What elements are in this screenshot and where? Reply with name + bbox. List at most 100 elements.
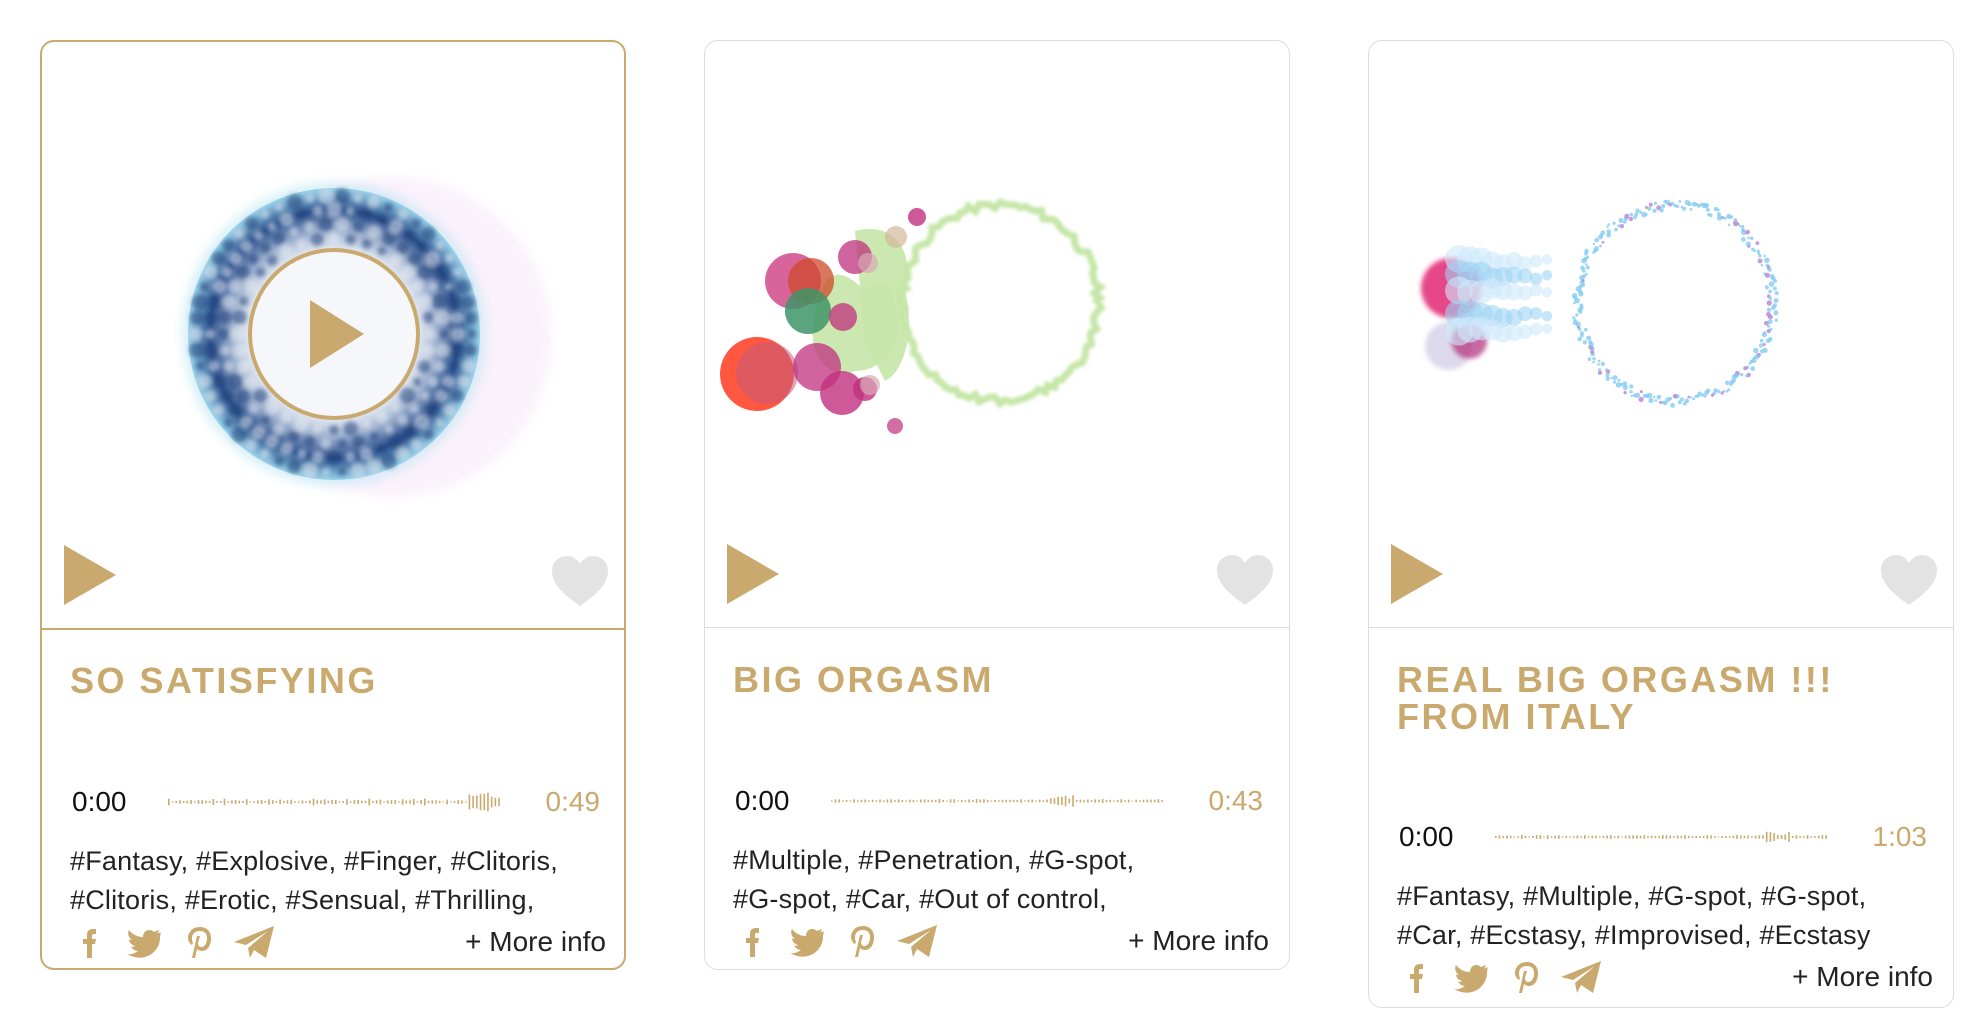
heart-icon[interactable] xyxy=(550,554,610,608)
tag-line[interactable]: #G-spot, #Car, #Out of control, xyxy=(733,880,1273,919)
facebook-icon[interactable] xyxy=(70,922,110,962)
ring-dot xyxy=(219,345,231,356)
waveform-bar xyxy=(960,799,963,803)
ring-dot xyxy=(260,448,270,459)
waveform-bar xyxy=(1621,836,1623,838)
track-title[interactable]: SO SATISFYING xyxy=(70,662,570,699)
more-info-link[interactable]: + More info xyxy=(1128,921,1269,961)
play-button[interactable] xyxy=(60,542,120,608)
ring-dot xyxy=(326,202,342,218)
ring-dot xyxy=(195,361,205,371)
ring-dot xyxy=(1745,374,1748,378)
waveform-bar xyxy=(1765,831,1768,843)
ring-dot xyxy=(279,244,293,258)
twitter-icon[interactable] xyxy=(1451,957,1491,997)
ring-dot xyxy=(1764,257,1770,264)
telegram-icon[interactable] xyxy=(232,922,276,962)
ring-dot xyxy=(211,251,226,266)
waveform-bar xyxy=(179,800,181,804)
ring-dot xyxy=(1768,289,1773,294)
audio-player[interactable]: 0:00 1:03 xyxy=(1397,817,1927,857)
ring-dot xyxy=(221,294,236,309)
ring-dot xyxy=(1612,375,1618,381)
waveform-bar xyxy=(1035,800,1037,802)
tag-line[interactable]: #Multiple, #Penetration, #G-spot, xyxy=(733,841,1273,880)
ring-dot xyxy=(424,328,436,340)
tag-line[interactable]: #Fantasy, #Multiple, #G-spot, #G-spot, xyxy=(1397,877,1937,916)
waveform-bar xyxy=(205,800,207,804)
waveform-bar xyxy=(279,799,281,805)
ring-dot xyxy=(464,311,478,325)
audio-player[interactable]: 0:00 0:43 xyxy=(733,781,1263,821)
twitter-icon[interactable] xyxy=(124,922,164,962)
track-artwork-3[interactable] xyxy=(1369,41,1953,628)
waveform-bar xyxy=(398,801,400,803)
waveform-bar xyxy=(1072,795,1074,807)
track-title[interactable]: REAL BIG ORGASM !!! FROM ITALY xyxy=(1397,661,1897,735)
waveform-bar xyxy=(457,800,460,804)
ring-dot xyxy=(1635,208,1640,213)
ring-dot xyxy=(199,282,210,292)
ring-dot xyxy=(1632,393,1637,398)
ring-dot xyxy=(409,404,420,414)
facebook-icon[interactable] xyxy=(733,921,773,961)
ring-dot xyxy=(457,374,471,388)
waveform-bar xyxy=(942,799,944,803)
play-button[interactable] xyxy=(723,541,783,607)
tag-line[interactable]: #Car, #Ecstasy, #Improvised, #Ecstasy xyxy=(1397,916,1937,955)
pinterest-icon[interactable] xyxy=(1507,957,1547,997)
waveform-bar xyxy=(412,798,415,806)
ring-dot xyxy=(1601,240,1605,244)
track-artwork-1[interactable] xyxy=(42,42,624,630)
more-info-link[interactable]: + More info xyxy=(465,922,606,962)
waveform-bar xyxy=(405,800,408,804)
waveform-bar xyxy=(1713,836,1716,838)
waveform-bar xyxy=(420,800,422,804)
waveform-bar xyxy=(1747,835,1749,839)
track-card-2[interactable]: BIG ORGASM 0:00 0:43 #Multiple, #Penetra… xyxy=(704,40,1290,970)
ring-dot xyxy=(1747,236,1750,240)
ring-dot xyxy=(1704,202,1710,209)
ring-dot xyxy=(422,344,435,357)
ring-dot xyxy=(450,311,464,325)
waveform-bar xyxy=(212,799,215,805)
waveform-bar xyxy=(1038,799,1041,803)
tag-line[interactable]: #Fantasy, #Explosive, #Finger, #Clitoris… xyxy=(70,842,610,881)
track-card-3[interactable]: REAL BIG ORGASM !!! FROM ITALY 0:00 1:03… xyxy=(1368,40,1954,1008)
tag-line[interactable]: #Clitoris, #Erotic, #Sensual, #Thrilling… xyxy=(70,881,610,920)
ring-dot xyxy=(1580,265,1585,271)
waveform[interactable] xyxy=(162,782,508,822)
facebook-icon[interactable] xyxy=(1397,957,1437,997)
pinterest-icon[interactable] xyxy=(843,921,883,961)
pinterest-icon[interactable] xyxy=(180,922,220,962)
waveform-bar xyxy=(349,801,352,803)
ring-dot xyxy=(189,342,205,358)
waveform-bar xyxy=(353,800,356,804)
ring-dot xyxy=(272,423,286,436)
ring-dot xyxy=(384,202,394,212)
ring-dot xyxy=(1748,361,1752,365)
ring-dot xyxy=(337,467,347,476)
twitter-icon[interactable] xyxy=(787,921,827,961)
ring-dot xyxy=(189,310,205,326)
waveform-bar xyxy=(1610,835,1612,839)
waveform-bar xyxy=(1053,798,1056,804)
audio-player[interactable]: 0:00 0:49 xyxy=(70,782,600,822)
ring-dot xyxy=(1648,397,1654,404)
waveform-bar xyxy=(472,795,474,809)
heart-icon[interactable] xyxy=(1879,553,1939,607)
ring-dot xyxy=(345,234,356,245)
track-title[interactable]: BIG ORGASM xyxy=(733,661,1233,698)
track-artwork-2[interactable] xyxy=(705,41,1289,628)
play-button[interactable] xyxy=(1387,541,1447,607)
telegram-icon[interactable] xyxy=(1559,957,1603,997)
waveform[interactable] xyxy=(825,781,1171,821)
heart-icon[interactable] xyxy=(1215,553,1275,607)
more-info-link[interactable]: + More info xyxy=(1792,957,1933,997)
ring-dot xyxy=(1606,229,1612,235)
track-card-1[interactable]: SO SATISFYING 0:00 0:49 #Fantasy, #Explo… xyxy=(40,40,626,970)
waveform[interactable] xyxy=(1489,817,1835,857)
telegram-icon[interactable] xyxy=(895,921,939,961)
ring-dot xyxy=(1768,296,1773,301)
waveform-bar xyxy=(305,801,307,803)
